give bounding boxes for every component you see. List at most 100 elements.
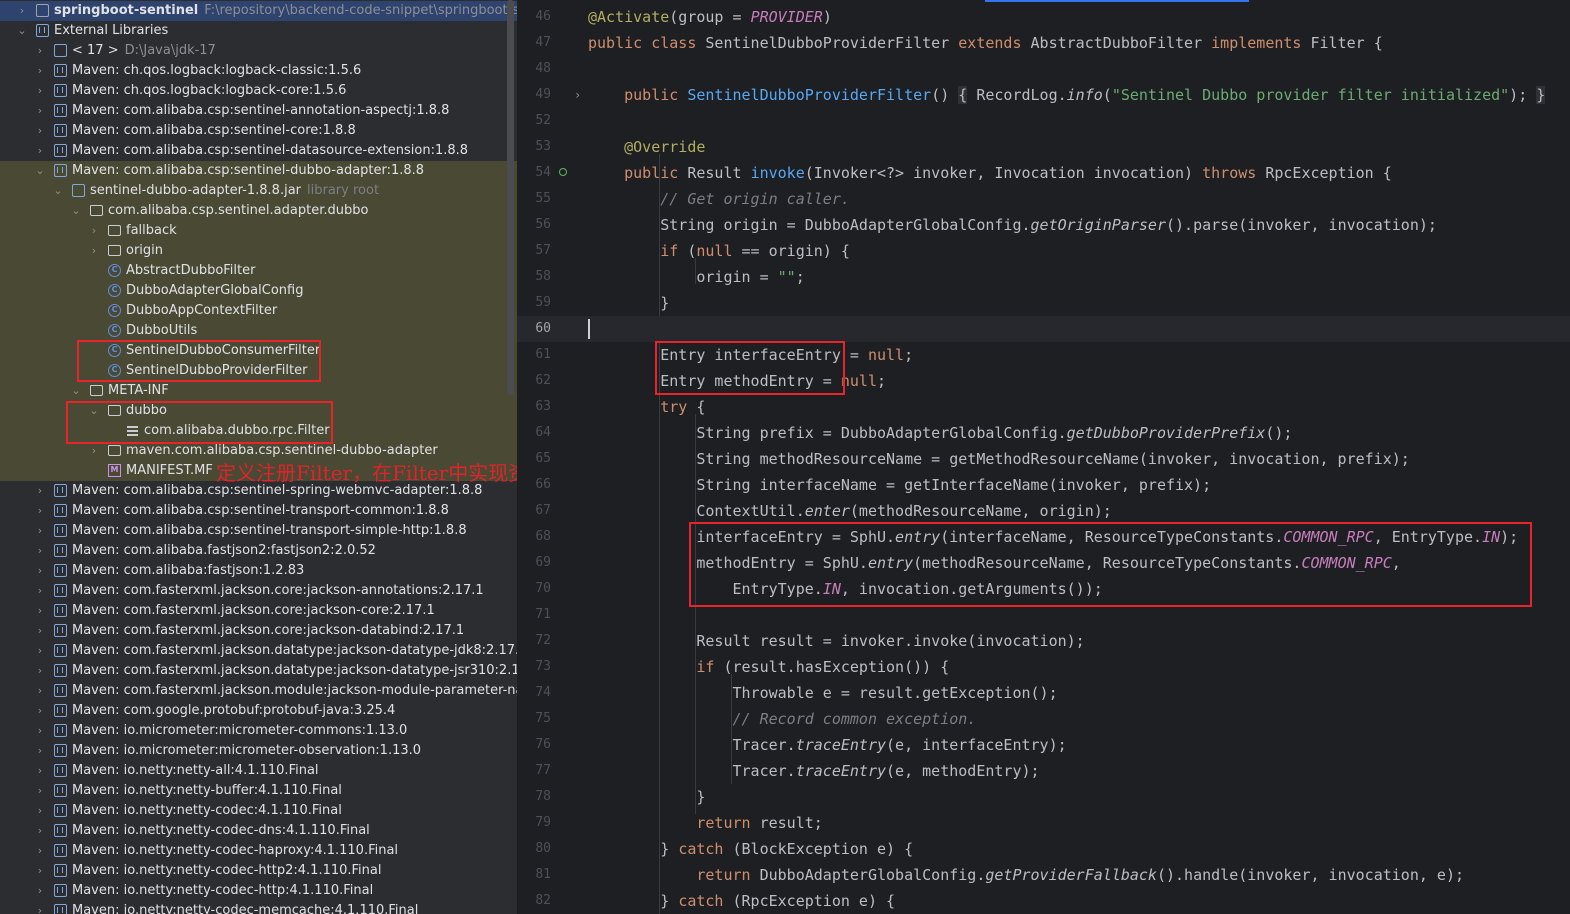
code-editor[interactable]: 46 @Activate(group = PROVIDER) 47 public cl… — [517, 0, 1570, 914]
chevron-right-icon[interactable]: › — [34, 521, 46, 541]
chevron-right-icon[interactable]: › — [34, 81, 46, 101]
tree-item[interactable]: C DubboAdapterGlobalConfig — [0, 281, 517, 301]
tree-item[interactable]: › Maven: com.alibaba.csp:sentinel-core:1.… — [0, 121, 517, 141]
chevron-right-icon[interactable]: › — [34, 701, 46, 721]
chevron-right-icon[interactable]: › — [88, 221, 100, 241]
chevron-right-icon[interactable]: › — [34, 781, 46, 801]
tree-item[interactable]: › Maven: io.netty:netty-codec-http2:4.1.1… — [0, 861, 517, 881]
tree-item[interactable]: › Maven: com.alibaba.csp:sentinel-annotat… — [0, 101, 517, 121]
code-line[interactable]: 67 ContextUtil.enter(methodResourceName,… — [517, 498, 1570, 524]
tree-item[interactable]: › Maven: io.netty:netty-all:4.1.110.Final — [0, 761, 517, 781]
tree-item[interactable]: › Maven: io.micrometer:micrometer-observa… — [0, 741, 517, 761]
chevron-right-icon[interactable]: › — [34, 821, 46, 841]
chevron-right-icon[interactable]: › — [34, 661, 46, 681]
tree-item[interactable]: › origin — [0, 241, 517, 261]
code-line[interactable]: 56 String origin = DubboAdapterGlobalCon… — [517, 212, 1570, 238]
chevron-right-icon[interactable]: › — [34, 41, 46, 61]
tree-item[interactable]: › Maven: io.netty:netty-codec-http:4.1.11… — [0, 881, 517, 901]
tree-item[interactable]: ⌄ External Libraries — [0, 21, 517, 41]
code-line[interactable]: 72 Result result = invoker.invoke(invoca… — [517, 628, 1570, 654]
chevron-right-icon[interactable]: › — [34, 841, 46, 861]
tree-item[interactable]: › Maven: com.alibaba.csp:sentinel-transpo… — [0, 501, 517, 521]
tree-item[interactable]: C DubboAppContextFilter — [0, 301, 517, 321]
chevron-right-icon[interactable]: › — [34, 581, 46, 601]
fold-chevron-icon[interactable]: › — [574, 82, 581, 108]
chevron-right-icon[interactable]: › — [34, 561, 46, 581]
code-line[interactable]: 60 — [517, 316, 1570, 342]
tree-item[interactable]: › Maven: io.netty:netty-codec:4.1.110.Fin… — [0, 801, 517, 821]
tree-item[interactable]: ⌄ Maven: com.alibaba.csp:sentinel-dubbo-a… — [0, 161, 517, 181]
code-line[interactable]: 49 › public SentinelDubboProviderFilter()… — [517, 82, 1570, 108]
code-line[interactable]: 79 return result; — [517, 810, 1570, 836]
tree-item[interactable]: › Maven: com.fasterxml.jackson.core:jacks… — [0, 621, 517, 641]
chevron-right-icon[interactable]: › — [34, 501, 46, 521]
tree-item[interactable]: › Maven: com.alibaba:fastjson:1.2.83 — [0, 561, 517, 581]
tree-item[interactable]: C DubboUtils — [0, 321, 517, 341]
chevron-right-icon[interactable]: › — [34, 621, 46, 641]
code-line[interactable]: 76 Tracer.traceEntry(e, interfaceEntry); — [517, 732, 1570, 758]
code-line[interactable]: 77 Tracer.traceEntry(e, methodEntry); — [517, 758, 1570, 784]
tree-item[interactable]: › springboot-sentinel F:\repository\backen… — [0, 1, 517, 21]
tree-item[interactable]: › Maven: com.fasterxml.jackson.module:jac… — [0, 681, 517, 701]
tree-item[interactable]: › Maven: io.netty:netty-codec-dns:4.1.110… — [0, 821, 517, 841]
code-line[interactable]: 75 // Record common exception. — [517, 706, 1570, 732]
chevron-right-icon[interactable]: › — [34, 761, 46, 781]
code-line[interactable]: 59 } — [517, 290, 1570, 316]
code-line[interactable]: 57 if (null == origin) { — [517, 238, 1570, 264]
chevron-right-icon[interactable]: › — [88, 441, 100, 461]
chevron-right-icon[interactable]: › — [34, 901, 46, 914]
chevron-right-icon[interactable]: › — [34, 121, 46, 141]
tree-item[interactable]: ⌄ sentinel-dubbo-adapter-1.8.8.jar library… — [0, 181, 517, 201]
chevron-right-icon[interactable]: › — [34, 721, 46, 741]
chevron-right-icon[interactable]: › — [34, 61, 46, 81]
chevron-down-icon[interactable]: ⌄ — [34, 161, 46, 181]
code-line[interactable]: 66 String interfaceName = getInterfaceNa… — [517, 472, 1570, 498]
tree-item[interactable]: › Maven: ch.qos.logback:logback-classic:1… — [0, 61, 517, 81]
code-line[interactable]: 64 String prefix = DubboAdapterGlobalCon… — [517, 420, 1570, 446]
chevron-right-icon[interactable]: › — [16, 1, 28, 21]
chevron-right-icon[interactable]: › — [34, 141, 46, 161]
code-line[interactable]: 54 public Result invoke(Invoker<?> invok… — [517, 160, 1570, 186]
tree-item[interactable]: › Maven: io.netty:netty-codec-haproxy:4.1… — [0, 841, 517, 861]
tree-scrollbar[interactable] — [507, 0, 514, 395]
chevron-down-icon[interactable]: ⌄ — [52, 181, 64, 201]
tree-item[interactable]: › Maven: com.fasterxml.jackson.core:jacks… — [0, 601, 517, 621]
code-line[interactable]: 74 Throwable e = result.getException(); — [517, 680, 1570, 706]
implements-method-icon[interactable] — [559, 168, 567, 176]
tree-item[interactable]: ⌄ com.alibaba.csp.sentinel.adapter.dubbo — [0, 201, 517, 221]
tree-item[interactable]: › < 17 > D:\Java\jdk-17 — [0, 41, 517, 61]
code-line[interactable]: 58 origin = ""; — [517, 264, 1570, 290]
tree-item[interactable]: › Maven: com.alibaba.csp:sentinel-datasou… — [0, 141, 517, 161]
code-line[interactable]: 48 — [517, 56, 1570, 82]
code-line[interactable]: 73 if (result.hasException()) { — [517, 654, 1570, 680]
chevron-right-icon[interactable]: › — [34, 681, 46, 701]
code-line[interactable]: 80 } catch (BlockException e) { — [517, 836, 1570, 862]
tree-item[interactable]: › fallback — [0, 221, 517, 241]
code-line[interactable]: 55 // Get origin caller. — [517, 186, 1570, 212]
chevron-right-icon[interactable]: › — [34, 861, 46, 881]
tree-item[interactable]: › Maven: com.google.protobuf:protobuf-jav… — [0, 701, 517, 721]
chevron-right-icon[interactable]: › — [34, 101, 46, 121]
tree-item[interactable]: › Maven: com.alibaba.fastjson2:fastjson2:… — [0, 541, 517, 561]
chevron-right-icon[interactable]: › — [34, 481, 46, 501]
chevron-right-icon[interactable]: › — [34, 881, 46, 901]
code-line[interactable]: 46 @Activate(group = PROVIDER) — [517, 4, 1570, 30]
chevron-right-icon[interactable]: › — [34, 601, 46, 621]
tree-item[interactable]: ⌄ META-INF — [0, 381, 517, 401]
chevron-right-icon[interactable]: › — [34, 801, 46, 821]
chevron-right-icon[interactable]: › — [34, 541, 46, 561]
chevron-right-icon[interactable]: › — [34, 741, 46, 761]
tree-item[interactable]: › Maven: ch.qos.logback:logback-core:1.5.… — [0, 81, 517, 101]
chevron-down-icon[interactable]: ⌄ — [16, 21, 28, 41]
tree-item[interactable]: › Maven: com.fasterxml.jackson.datatype:j… — [0, 661, 517, 681]
chevron-down-icon[interactable]: ⌄ — [70, 201, 82, 221]
chevron-right-icon[interactable]: › — [34, 641, 46, 661]
tree-item[interactable]: › Maven: com.alibaba.csp:sentinel-transpo… — [0, 521, 517, 541]
code-line[interactable]: 53 @Override — [517, 134, 1570, 160]
tree-item[interactable]: › Maven: com.fasterxml.jackson.datatype:j… — [0, 641, 517, 661]
code-line[interactable]: 47 public class SentinelDubboProviderFilt… — [517, 30, 1570, 56]
code-line[interactable]: 52 — [517, 108, 1570, 134]
tree-item[interactable]: C AbstractDubboFilter — [0, 261, 517, 281]
tree-item[interactable]: › Maven: io.netty:netty-codec-memcache:4.… — [0, 901, 517, 914]
chevron-down-icon[interactable]: ⌄ — [70, 381, 82, 401]
